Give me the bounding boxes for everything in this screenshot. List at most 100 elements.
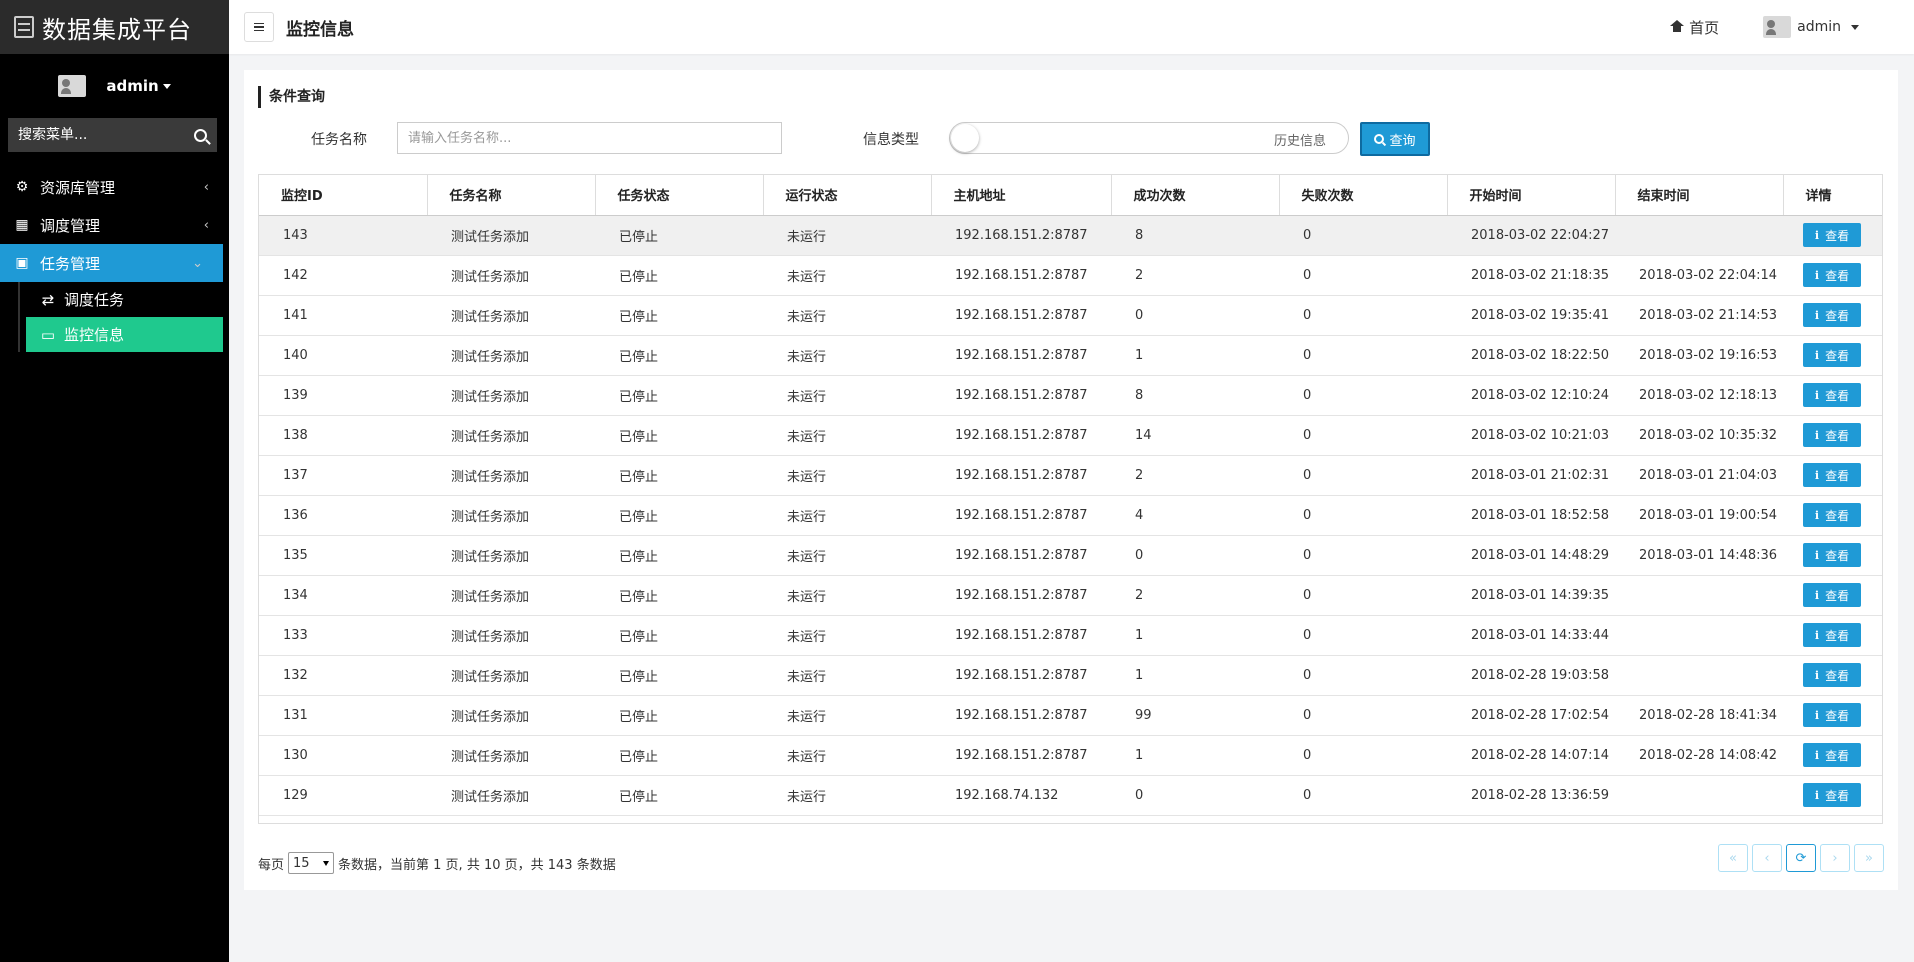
fail-count-cell: 0: [1279, 455, 1447, 496]
view-button[interactable]: i 查看: [1803, 223, 1861, 247]
column-header[interactable]: 主机地址: [931, 175, 1112, 216]
table-row[interactable]: 138 测试任务添加 已停止 未运行 192.168.151.2:8787 14 0 2018…: [259, 415, 1882, 456]
view-button-label: 查看: [1825, 388, 1850, 403]
column-header[interactable]: 详情: [1783, 175, 1882, 216]
view-button[interactable]: i 查看: [1803, 783, 1861, 807]
column-header[interactable]: 开始时间: [1447, 175, 1616, 216]
start-time-cell: 2018-03-01 18:52:58: [1447, 495, 1615, 536]
run-status-cell: 未运行: [763, 255, 931, 296]
table-row[interactable]: 142 测试任务添加 已停止 未运行 192.168.151.2:8787 2 0 2018-…: [259, 255, 1882, 296]
table-row[interactable]: 136 测试任务添加 已停止 未运行 192.168.151.2:8787 4 0 2018-…: [259, 495, 1882, 536]
host-address-cell: 192.168.151.2:8787: [931, 455, 1111, 496]
top-header: 监控信息 首页 admin: [229, 0, 1914, 54]
host-address-cell: 192.168.151.2:8787: [931, 615, 1111, 656]
column-header[interactable]: 失败次数: [1279, 175, 1448, 216]
table-row[interactable]: 129 测试任务添加 已停止 未运行 192.168.74.132 0 0 2018-02-2…: [259, 775, 1882, 816]
sidebar-item-monitor[interactable]: ▭ 监控信息: [26, 317, 223, 352]
task-status-cell: 已停止: [595, 655, 763, 696]
run-status-cell: 未运行: [763, 655, 931, 696]
end-time-cell: 2018-03-01 14:48:36: [1615, 535, 1783, 576]
fail-count-cell: 0: [1279, 535, 1447, 576]
table-row[interactable]: 135 测试任务添加 已停止 未运行 192.168.151.2:8787 0 0 2018-…: [259, 535, 1882, 576]
end-time-cell: [1615, 615, 1783, 656]
task-status-cell: 已停止: [595, 535, 763, 576]
first-page-button[interactable]: «: [1718, 844, 1748, 872]
table-row[interactable]: 139 测试任务添加 已停止 未运行 192.168.151.2:8787 8 0 2018-…: [259, 375, 1882, 416]
sidebar-item-schedule[interactable]: ▦ 调度管理 ‹: [0, 206, 229, 244]
search-icon: [1374, 134, 1385, 144]
toggle-knob[interactable]: [951, 124, 979, 152]
column-header[interactable]: 结束时间: [1615, 175, 1784, 216]
column-header[interactable]: 运行状态: [763, 175, 932, 216]
host-address-cell: 192.168.151.2:8787: [931, 495, 1111, 536]
next-page-button[interactable]: ›: [1820, 844, 1850, 872]
task-status-cell: 已停止: [595, 575, 763, 616]
last-page-button[interactable]: »: [1854, 844, 1884, 872]
column-header[interactable]: 任务名称: [427, 175, 596, 216]
view-button[interactable]: i 查看: [1803, 583, 1861, 607]
sidebar-item-schedule-task[interactable]: ⇄ 调度任务: [26, 282, 223, 317]
column-header[interactable]: 任务状态: [595, 175, 764, 216]
start-time-cell: 2018-03-02 18:22:50: [1447, 335, 1615, 376]
query-button[interactable]: 查询: [1360, 122, 1430, 156]
view-button[interactable]: i 查看: [1803, 503, 1861, 527]
search-icon[interactable]: [194, 128, 207, 142]
header-right: 首页 admin: [1670, 0, 1859, 54]
sidebar-item-label: 调度管理: [40, 216, 101, 235]
monitor-id-cell: 133: [259, 615, 427, 656]
info-type-toggle[interactable]: 历史信息: [949, 122, 1349, 154]
chevron-left-icon: ‹: [203, 179, 209, 195]
table-row[interactable]: 140 测试任务添加 已停止 未运行 192.168.151.2:8787 1 0 2018-…: [259, 335, 1882, 376]
table-row[interactable]: 131 测试任务添加 已停止 未运行 192.168.151.2:8787 99 0 2018…: [259, 695, 1882, 736]
sidebar-item-task[interactable]: ▣ 任务管理 ⌄: [0, 244, 223, 282]
task-status-cell: 已停止: [595, 415, 763, 456]
table-row[interactable]: 143 测试任务添加 已停止 未运行 192.168.151.2:8787 8 0 2018-…: [259, 215, 1882, 256]
per-page-label: 每页: [258, 857, 285, 873]
view-button[interactable]: i 查看: [1803, 423, 1861, 447]
table-row[interactable]: 132 测试任务添加 已停止 未运行 192.168.151.2:8787 1 0 2018-…: [259, 655, 1882, 696]
sidebar-item-resource[interactable]: ⚙ 资源库管理 ‹: [0, 168, 229, 206]
start-time-cell: 2018-03-01 14:33:44: [1447, 615, 1615, 656]
start-time-cell: 2018-02-28 19:03:58: [1447, 655, 1615, 696]
calendar-icon: ▦: [15, 217, 29, 233]
sidebar-item-label: 资源库管理: [40, 178, 116, 197]
detail-cell: i 查看: [1783, 575, 1882, 616]
view-button[interactable]: i 查看: [1803, 663, 1861, 687]
start-time-cell: 2018-03-02 22:04:27: [1447, 215, 1615, 256]
table-row[interactable]: 137 测试任务添加 已停止 未运行 192.168.151.2:8787 2 0 2018-…: [259, 455, 1882, 496]
table-row[interactable]: 141 测试任务添加 已停止 未运行 192.168.151.2:8787 0 0 2018-…: [259, 295, 1882, 336]
task-status-cell: 已停止: [595, 255, 763, 296]
sidebar-user[interactable]: admin: [0, 54, 229, 118]
task-name-input[interactable]: [397, 122, 782, 154]
sidebar-toggle-button[interactable]: [244, 12, 274, 42]
table-row[interactable]: 133 测试任务添加 已停止 未运行 192.168.151.2:8787 1 0 2018-…: [259, 615, 1882, 656]
task-name-cell: 测试任务添加: [427, 735, 595, 776]
header-user-menu[interactable]: admin: [1763, 16, 1859, 38]
view-button[interactable]: i 查看: [1803, 343, 1861, 367]
view-button[interactable]: i 查看: [1803, 463, 1861, 487]
home-link[interactable]: 首页: [1670, 17, 1719, 38]
view-button[interactable]: i 查看: [1803, 543, 1861, 567]
menu-search-input[interactable]: [18, 127, 168, 143]
detail-cell: i 查看: [1783, 535, 1882, 576]
column-header[interactable]: 监控ID: [259, 175, 428, 216]
task-name-cell: 测试任务添加: [427, 575, 595, 616]
fail-count-cell: 0: [1279, 255, 1447, 296]
info-icon: i: [1814, 468, 1820, 482]
view-button[interactable]: i 查看: [1803, 263, 1861, 287]
view-button[interactable]: i 查看: [1803, 623, 1861, 647]
start-time-cell: 2018-03-01 21:02:31: [1447, 455, 1615, 496]
view-button[interactable]: i 查看: [1803, 743, 1861, 767]
view-button[interactable]: i 查看: [1803, 383, 1861, 407]
table-row[interactable]: 134 测试任务添加 已停止 未运行 192.168.151.2:8787 2 0 2018-…: [259, 575, 1882, 616]
info-icon: i: [1814, 628, 1820, 642]
view-button[interactable]: i 查看: [1803, 703, 1861, 727]
page-size-select[interactable]: 15: [288, 852, 335, 874]
view-button[interactable]: i 查看: [1803, 303, 1861, 327]
detail-cell: i 查看: [1783, 255, 1882, 296]
prev-page-button[interactable]: ‹: [1752, 844, 1782, 872]
end-time-cell: [1615, 655, 1783, 696]
column-header[interactable]: 成功次数: [1111, 175, 1280, 216]
refresh-button[interactable]: ⟳: [1786, 844, 1816, 872]
table-row[interactable]: 130 测试任务添加 已停止 未运行 192.168.151.2:8787 1 0 2018-…: [259, 735, 1882, 776]
